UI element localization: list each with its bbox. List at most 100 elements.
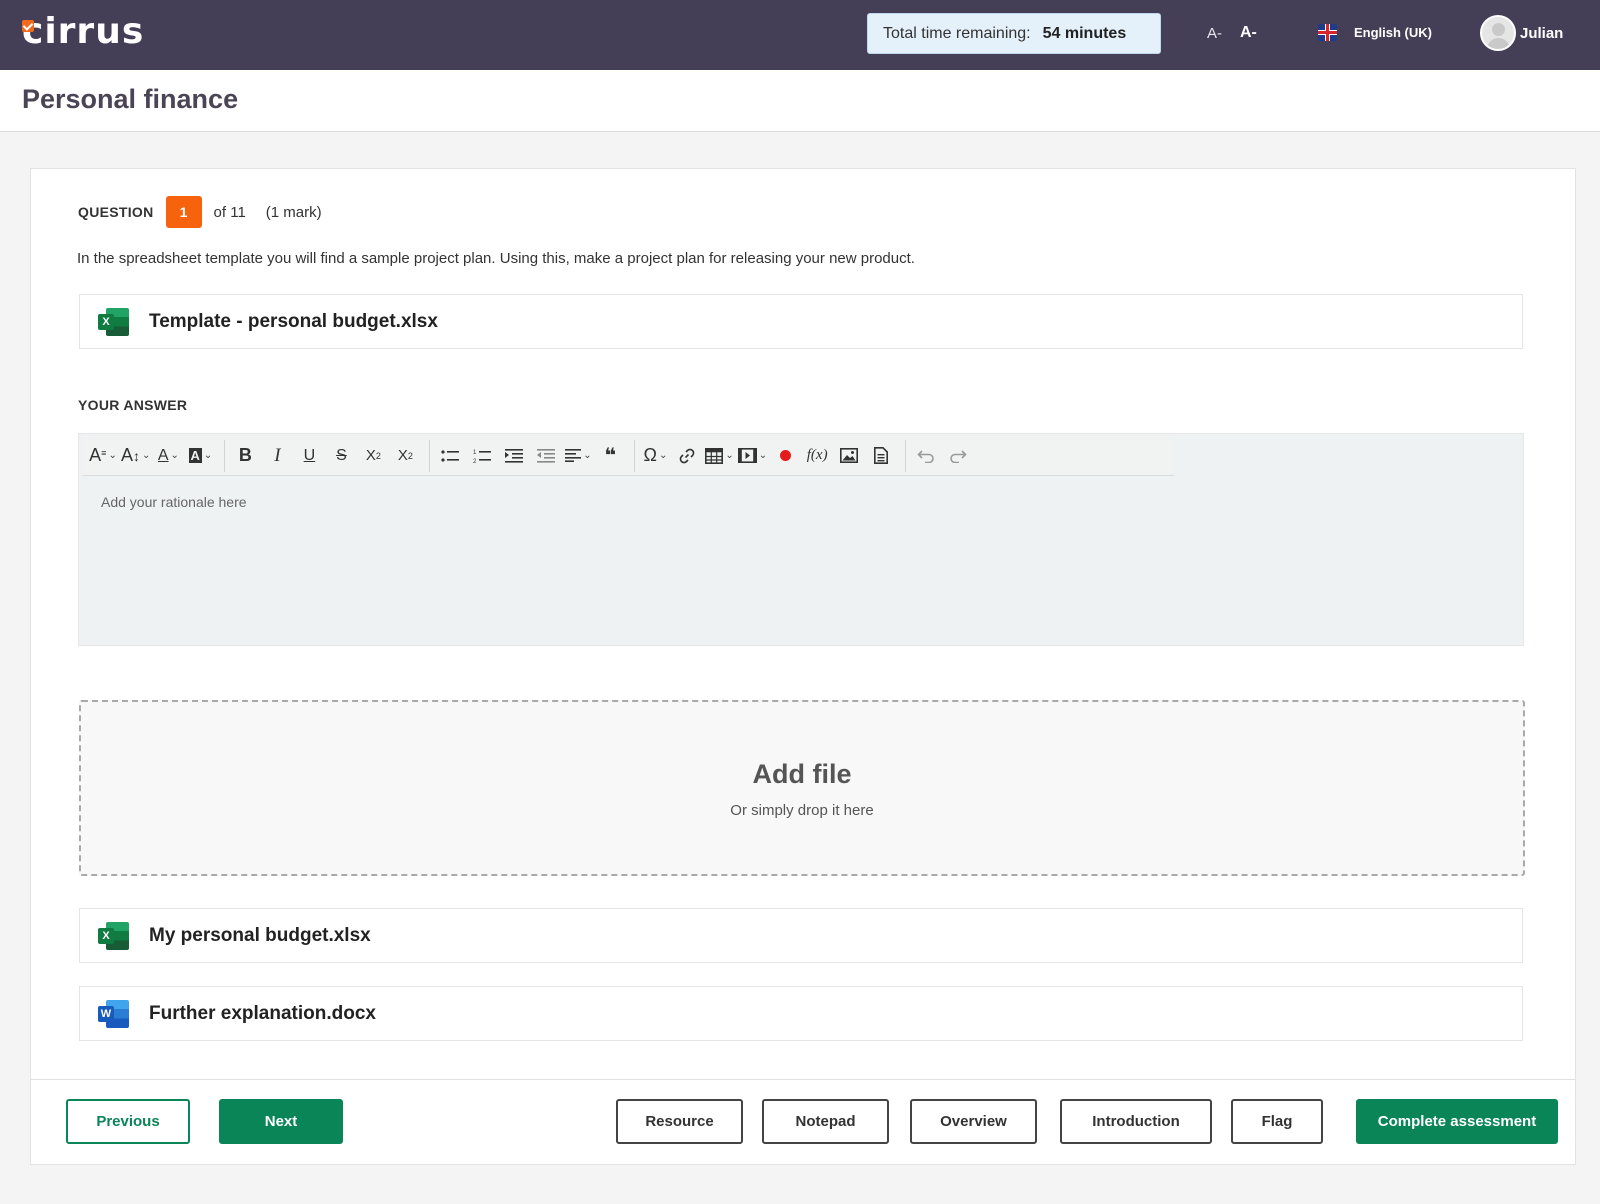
font-color-dropdown[interactable]: A ⌄ [154,441,182,471]
complete-assessment-button[interactable]: Complete assessment [1356,1099,1558,1144]
logo-check-icon [22,20,34,32]
record-button[interactable] [771,441,799,471]
italic-button[interactable]: I [263,441,291,471]
formula-icon: f(x) [806,447,828,463]
superscript-icon: X [397,447,408,464]
introduction-button[interactable]: Introduction [1060,1099,1212,1144]
table-icon [705,447,724,464]
template-file-link[interactable]: X Template - personal budget.xlsx [79,294,1523,349]
strikethrough-icon: S [336,446,347,464]
add-file-title: Add file [752,759,852,789]
subscript-button[interactable]: X2 [359,441,387,471]
increase-font-button[interactable]: A- [1240,24,1257,42]
language-label: English (UK) [1354,25,1432,40]
editor-placeholder[interactable]: Add your rationale here [101,494,247,510]
redo-icon [950,449,967,463]
special-characters-dropdown[interactable]: Ω ⌄ [641,441,669,471]
rich-text-editor[interactable]: A ≡ ⌄ A ↕ ⌄ A ⌄ A ⌄ B I U S X2 X2 12 ⌄ ❝ Ω ⌄ ⌄ … [78,433,1524,646]
question-header: QUESTION 1 of 11 (1 mark) [78,196,322,228]
your-answer-label: YOUR ANSWER [78,397,188,413]
blockquote-icon: ❝ [604,445,617,467]
font-size-dropdown[interactable]: A ↕ ⌄ [121,441,150,471]
notepad-button[interactable]: Notepad [762,1099,889,1144]
question-footer: Previous Next Resource Notepad Overview … [31,1079,1575,1165]
background-color-dropdown[interactable]: A ⌄ [186,441,214,471]
question-text: In the spreadsheet template you will fin… [77,250,915,267]
align-dropdown[interactable]: ⌄ [564,441,592,471]
font-size-icon: A [121,445,134,465]
editor-toolbar: A ≡ ⌄ A ↕ ⌄ A ⌄ A ⌄ B I U S X2 X2 12 ⌄ ❝ Ω ⌄ ⌄ … [83,436,1174,476]
cirrus-logo: cirrus [22,12,144,52]
decrease-font-button[interactable]: A- [1207,25,1222,42]
chevron-down-icon: ⌄ [142,450,151,461]
underline-button[interactable]: U [295,441,323,471]
indent-icon [505,448,524,463]
formula-button[interactable]: f(x) [803,441,831,471]
timer-label: Total time remaining: [883,24,1031,42]
title-bar: Personal finance [0,70,1600,132]
question-total: of 11 [213,203,246,221]
top-bar: cirrus Total time remaining: 54 minutes … [0,0,1600,70]
blockquote-button[interactable]: ❝ [596,441,624,471]
question-marks: (1 mark) [265,203,322,221]
toolbar-divider [224,439,226,472]
time-remaining-panel: Total time remaining: 54 minutes [867,13,1161,54]
bold-icon: B [238,445,252,465]
chevron-down-icon: ⌄ [108,450,117,461]
file-dropzone[interactable]: Add file Or simply drop it here [79,700,1525,876]
flag-button[interactable]: Flag [1231,1099,1323,1144]
redo-button[interactable] [944,441,972,471]
chevron-down-icon: ⌄ [170,450,179,461]
font-color-icon: A [157,446,169,464]
resource-button[interactable]: Resource [616,1099,743,1144]
drop-file-hint: Or simply drop it here [730,802,874,819]
toolbar-divider [634,439,636,472]
document-icon [874,447,889,464]
svg-text:2: 2 [473,459,477,464]
background-color-icon: A [188,448,202,463]
word-icon: W [98,999,130,1028]
svg-text:1: 1 [473,450,477,456]
question-label: QUESTION [78,204,154,220]
uploaded-file-name: Further explanation.docx [149,1002,376,1024]
language-selector[interactable]: English (UK) [1318,24,1432,41]
user-menu[interactable]: Julian [1480,15,1563,51]
chevron-down-icon: ⌄ [758,450,768,461]
media-dropdown[interactable]: ⌄ [737,441,768,471]
bulleted-list-icon [441,449,460,462]
template-file-name: Template - personal budget.xlsx [149,310,438,332]
overview-button[interactable]: Overview [910,1099,1037,1144]
next-button[interactable]: Next [219,1099,343,1144]
undo-button[interactable] [912,441,940,471]
outdent-icon [537,448,556,463]
table-dropdown[interactable]: ⌄ [705,441,734,471]
media-icon [737,448,757,463]
bulleted-list-button[interactable] [436,441,464,471]
font-family-dropdown[interactable]: A ≡ ⌄ [89,441,117,471]
bold-button[interactable]: B [231,441,259,471]
numbered-list-icon: 12 [473,450,492,464]
subscript-icon: X [365,447,376,464]
insert-image-button[interactable] [835,441,863,471]
timer-value: 54 minutes [1042,24,1127,42]
chevron-down-icon: ⌄ [203,450,213,461]
uploaded-file-item[interactable]: X My personal budget.xlsx [79,908,1523,963]
chevron-down-icon: ⌄ [583,450,592,461]
numbered-list-button[interactable]: 12 [468,441,496,471]
superscript-button[interactable]: X2 [391,441,419,471]
uploaded-file-item[interactable]: W Further explanation.docx [79,986,1523,1041]
undo-icon [917,449,934,463]
page-title: Personal finance [22,84,239,114]
avatar [1480,15,1516,51]
outdent-button[interactable] [532,441,560,471]
chevron-down-icon: ⌄ [725,450,734,461]
chevron-down-icon: ⌄ [658,450,668,461]
link-button[interactable] [673,441,701,471]
indent-button[interactable] [500,441,528,471]
uk-flag-icon [1318,24,1337,41]
align-left-icon [565,449,582,462]
previous-button[interactable]: Previous [66,1099,190,1144]
strikethrough-button[interactable]: S [327,441,355,471]
user-name: Julian [1520,24,1564,42]
insert-document-button[interactable] [867,441,895,471]
